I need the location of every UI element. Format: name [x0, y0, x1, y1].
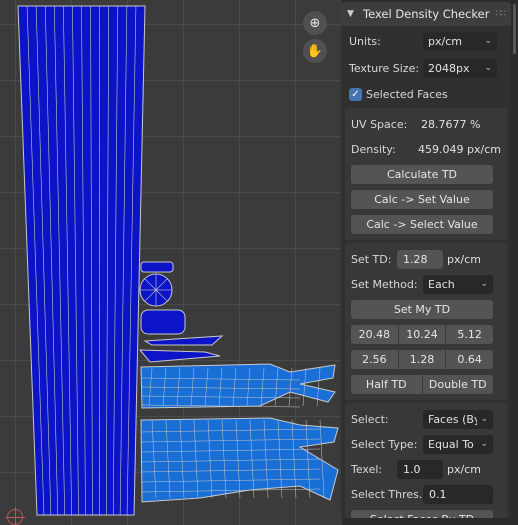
uv-space-value: 28.7677 %: [421, 117, 481, 131]
select-type-label: Select Type:: [351, 437, 418, 451]
texel-input[interactable]: 1.0: [397, 459, 443, 479]
texel-unit: px/cm: [447, 462, 481, 476]
uv-space-label: UV Space:: [351, 117, 408, 131]
texture-size-label: Texture Size:: [349, 61, 420, 75]
set-td-section: Set TD: 1.28 px/cm Set Method: Each ⌄ Se…: [345, 243, 507, 400]
calc-select-value-button[interactable]: Calc -> Select Value: [351, 214, 493, 234]
chevron-down-icon: ⌄: [484, 36, 492, 46]
uv-island-sliver: [143, 335, 224, 346]
collapse-chevron-icon[interactable]: ▼: [347, 9, 359, 19]
panel-scrollbar[interactable]: [513, 4, 516, 54]
texture-size-dropdown[interactable]: 2048px ⌄: [423, 58, 497, 78]
select-threshold-label: Select Thres...: [351, 487, 423, 501]
uv-island-sliver: [138, 349, 221, 363]
preset-button-1-28[interactable]: 1.28: [398, 349, 446, 369]
units-dropdown[interactable]: px/cm ⌄: [423, 31, 497, 51]
half-td-button[interactable]: Half TD: [351, 374, 422, 394]
texel-label: Texel:: [351, 462, 383, 476]
units-label: Units:: [349, 34, 381, 48]
preset-button-5-12[interactable]: 5.12: [446, 324, 494, 344]
select-label: Select:: [351, 412, 389, 426]
density-value: 459.049 px/cm: [418, 142, 501, 156]
texel-density-panel: ▼ Texel Density Checker ∷∷ Units: px/cm …: [341, 2, 511, 518]
stats-section: UV Space: 28.7677 % Density: 459.049 px/…: [345, 108, 507, 240]
preset-button-20-48[interactable]: 20.48: [351, 324, 398, 344]
cursor-origin-icon: [5, 507, 25, 525]
chevron-down-icon: ⌄: [480, 279, 488, 289]
set-td-label: Set TD:: [351, 252, 392, 266]
zoom-in-icon[interactable]: ⊕: [303, 11, 327, 35]
uv-islands: [17, 5, 339, 516]
hand-icon[interactable]: ✋: [303, 39, 327, 63]
set-td-unit: px/cm: [447, 252, 481, 266]
preset-button-2-56[interactable]: 2.56: [351, 349, 398, 369]
double-td-button[interactable]: Double TD: [422, 374, 493, 394]
select-type-value: Equal To: [428, 437, 474, 451]
texture-size-value: 2048px: [428, 61, 470, 75]
panel-header[interactable]: ▼ Texel Density Checker ∷∷: [341, 2, 511, 26]
panel-title: Texel Density Checker: [363, 7, 490, 21]
uv-island-small: [140, 261, 174, 273]
selected-faces-checkbox[interactable]: ✓: [349, 87, 362, 101]
set-method-dropdown[interactable]: Each ⌄: [423, 274, 493, 294]
units-value: px/cm: [428, 34, 462, 48]
set-my-td-button[interactable]: Set My TD: [351, 299, 493, 319]
select-section: Select: Faces (By... ⌄ Select Type: Equa…: [345, 403, 507, 518]
select-value: Faces (By...: [428, 412, 478, 426]
uv-editor-viewport[interactable]: ⊕ ✋: [0, 0, 342, 525]
calculate-td-button[interactable]: Calculate TD: [351, 164, 493, 184]
select-dropdown[interactable]: Faces (By... ⌄: [423, 409, 493, 429]
drag-grip-icon[interactable]: ∷∷: [496, 9, 507, 19]
set-method-value: Each: [428, 277, 455, 291]
preset-button-0-64[interactable]: 0.64: [446, 349, 494, 369]
density-label: Density:: [351, 142, 396, 156]
selected-faces-label: Selected Faces: [366, 87, 448, 101]
select-threshold-input[interactable]: 0.1: [423, 484, 493, 504]
chevron-down-icon: ⌄: [480, 439, 488, 449]
calc-set-value-button[interactable]: Calc -> Set Value: [351, 189, 493, 209]
select-faces-by-td-button[interactable]: Select Faces By TD: [351, 509, 493, 518]
uv-island-pill: [140, 309, 186, 335]
chevron-down-icon: ⌄: [480, 414, 488, 424]
set-method-label: Set Method:: [351, 277, 418, 291]
select-type-dropdown[interactable]: Equal To ⌄: [423, 434, 493, 454]
set-td-input[interactable]: 1.28: [397, 249, 443, 269]
chevron-down-icon: ⌄: [484, 63, 492, 73]
preset-button-10-24[interactable]: 10.24: [398, 324, 446, 344]
